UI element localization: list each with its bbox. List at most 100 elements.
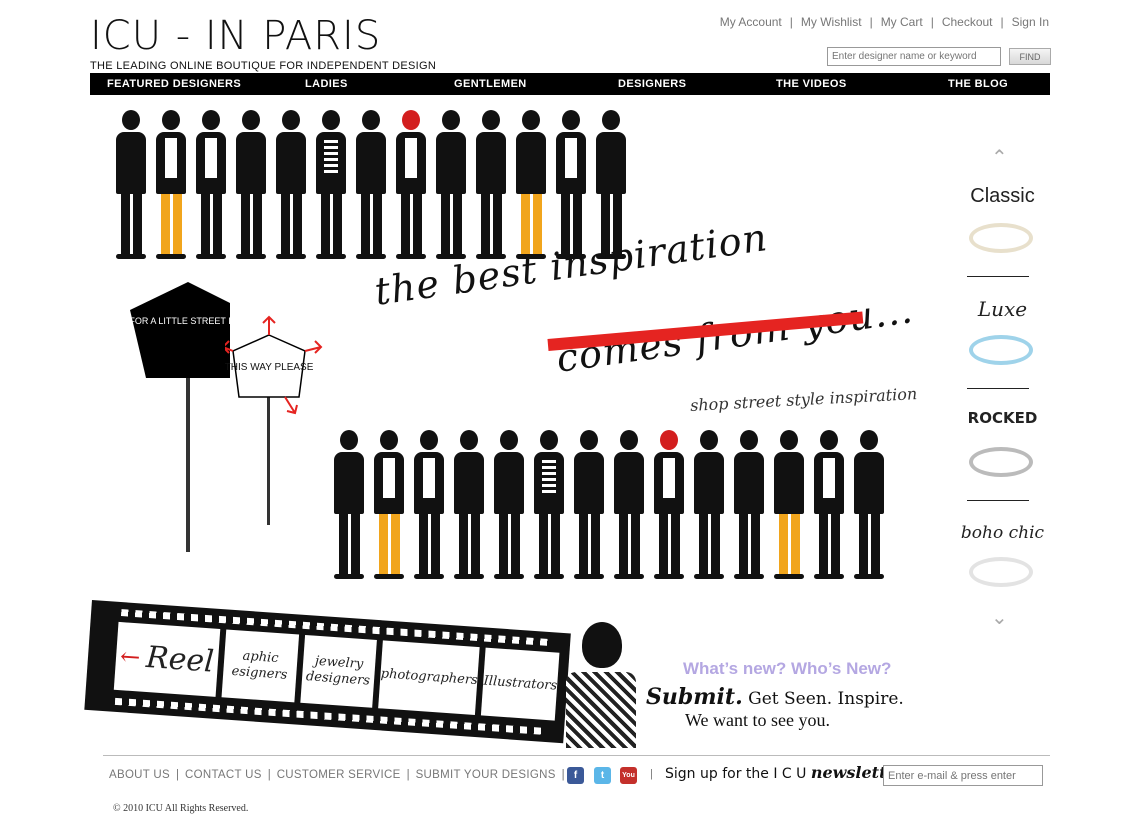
arrow-left-icon xyxy=(225,340,234,354)
category-rocked[interactable]: ROCKED xyxy=(955,405,1050,501)
model-figure xyxy=(152,110,190,259)
model-figure xyxy=(352,110,390,259)
copyright-text: © 2010 ICU All Rights Reserved. xyxy=(113,803,249,814)
pentagon-sign xyxy=(130,282,230,378)
model-figure xyxy=(730,430,768,579)
about-us-link[interactable]: ABOUT US xyxy=(109,769,170,781)
arrow-right-icon xyxy=(304,340,323,354)
model-figure xyxy=(850,430,888,579)
model-figure xyxy=(530,430,568,579)
my-account-link[interactable]: My Account xyxy=(720,15,782,29)
street-sign-this-way: THIS WAY PLEASE xyxy=(225,315,323,525)
model-figure xyxy=(312,110,350,259)
separator: | xyxy=(650,768,653,780)
category-boho-chic[interactable]: boho chic xyxy=(955,515,1050,605)
shop-street-style-text: shop street style inspiration xyxy=(689,384,918,415)
nav-gentlemen[interactable]: GENTLEMEN xyxy=(454,78,527,90)
separator: | xyxy=(267,769,271,781)
model-figure xyxy=(490,430,528,579)
divider xyxy=(967,276,1029,277)
separator: | xyxy=(175,769,179,781)
site-logo[interactable]: ICU - IN PARIS THE LEADING ONLINE BOUTIQ… xyxy=(90,14,436,72)
submit-line[interactable]: Submit. Get Seen. Inspire. xyxy=(646,684,904,710)
customer-service-link[interactable]: CUSTOMER SERVICE xyxy=(277,769,401,781)
category-carousel: ⌃ Classic Luxe ROCKED boho chic ⌄ xyxy=(955,145,1055,629)
frame-graphic-designers[interactable]: aphic esigners xyxy=(221,629,299,703)
model-figure xyxy=(690,430,728,579)
account-links: My Account | My Wishlist | My Cart | Che… xyxy=(720,15,1049,29)
divider xyxy=(967,500,1029,501)
nav-the-blog[interactable]: THE BLOG xyxy=(948,78,1008,90)
hero-banner[interactable]: LOOKING FOR A LITTLE STREET INSPIRATION?… xyxy=(90,100,950,600)
sign-pole xyxy=(267,385,270,525)
carousel-down-arrow-icon[interactable]: ⌄ xyxy=(991,605,1008,630)
newsletter-prefix: Sign up for the I C U xyxy=(665,766,811,782)
category-label: Classic xyxy=(970,185,1035,207)
my-wishlist-link[interactable]: My Wishlist xyxy=(801,15,862,29)
search-bar: FIND xyxy=(827,47,1051,66)
submit-your-designs-link[interactable]: SUBMIT YOUR DESIGNS xyxy=(416,769,556,781)
model-figure xyxy=(192,110,230,259)
model-figure xyxy=(552,110,590,259)
reel-frame[interactable]: ← Reel xyxy=(113,621,221,697)
site-tagline: THE LEADING ONLINE BOUTIQUE FOR INDEPEND… xyxy=(90,60,437,72)
sign-pole xyxy=(186,370,190,552)
whats-new-heading[interactable]: What’s new? Who’s New? xyxy=(683,659,891,679)
we-want-to-see-you: We want to see you. xyxy=(685,710,831,730)
nav-ladies[interactable]: LADIES xyxy=(305,78,348,90)
sign-text: LOOKING FOR A LITTLE STREET INSPIRATION? xyxy=(120,316,230,326)
model-figure xyxy=(472,110,510,259)
model-figure xyxy=(272,110,310,259)
category-classic[interactable]: Classic xyxy=(955,181,1050,277)
skull-ring-image xyxy=(969,447,1033,477)
submit-rest: Get Seen. Inspire. xyxy=(742,689,904,709)
category-label: boho chic xyxy=(960,523,1045,543)
arrow-left-icon: ← xyxy=(119,642,142,672)
model-figure xyxy=(570,430,608,579)
photographer-illustration xyxy=(562,622,642,750)
street-style-crowd-bottom xyxy=(330,430,890,579)
frame-photographers[interactable]: photographers xyxy=(378,640,481,716)
main-nav: FEATURED DESIGNERS LADIES GENTLEMEN DESI… xyxy=(90,73,1050,95)
facebook-icon[interactable]: f xyxy=(567,767,584,784)
frame-illustrators[interactable]: Illustrators xyxy=(481,647,560,721)
model-figure xyxy=(392,110,430,259)
category-luxe[interactable]: Luxe xyxy=(955,293,1050,389)
footer-divider xyxy=(103,755,1050,756)
model-figure xyxy=(650,430,688,579)
my-cart-link[interactable]: My Cart xyxy=(881,15,923,29)
newsletter-email-input[interactable] xyxy=(883,765,1043,786)
street-sign-inspiration: LOOKING FOR A LITTLE STREET INSPIRATION? xyxy=(120,282,230,552)
checkout-link[interactable]: Checkout xyxy=(942,15,993,29)
model-figure xyxy=(232,110,270,259)
category-label: Luxe xyxy=(977,297,1028,321)
reel-film-strip: ← Reel aphic esigners jewelry designers … xyxy=(84,600,571,744)
model-figure xyxy=(770,430,808,579)
find-button[interactable]: FIND xyxy=(1009,48,1051,65)
footer-links: ABOUT US | CONTACT US | CUSTOMER SERVICE… xyxy=(109,769,571,781)
separator: | xyxy=(1000,15,1004,29)
photographer-head xyxy=(582,622,622,668)
twitter-icon[interactable]: t xyxy=(594,767,611,784)
model-figure xyxy=(330,430,368,579)
contact-us-link[interactable]: CONTACT US xyxy=(185,769,262,781)
separator: | xyxy=(930,15,934,29)
nav-the-videos[interactable]: THE VIDEOS xyxy=(776,78,847,90)
carousel-up-arrow-icon[interactable]: ⌃ xyxy=(991,145,1008,170)
ring-image xyxy=(969,335,1033,365)
separator: | xyxy=(561,769,565,781)
frame-jewelry-designers[interactable]: jewelry designers xyxy=(299,634,378,708)
svg-text:THIS WAY PLEASE: THIS WAY PLEASE xyxy=(225,362,314,373)
category-label: ROCKED xyxy=(967,409,1038,427)
search-input[interactable] xyxy=(827,47,1001,66)
model-figure xyxy=(810,430,848,579)
nav-designers[interactable]: DESIGNERS xyxy=(618,78,686,90)
svg-text:LOOKING FOR A LITTLE STREET IN: LOOKING FOR A LITTLE STREET INSPIRATION? xyxy=(120,316,230,326)
sign-in-link[interactable]: Sign In xyxy=(1012,15,1049,29)
youtube-icon[interactable]: You Tube xyxy=(620,767,637,796)
nav-featured-designers[interactable]: FEATURED DESIGNERS xyxy=(107,78,241,90)
model-figure xyxy=(410,430,448,579)
newsletter-signup-label: Sign up for the I C U newsletter xyxy=(665,763,905,782)
street-style-crowd-top xyxy=(112,110,632,259)
submit-word: Submit. xyxy=(646,684,743,710)
